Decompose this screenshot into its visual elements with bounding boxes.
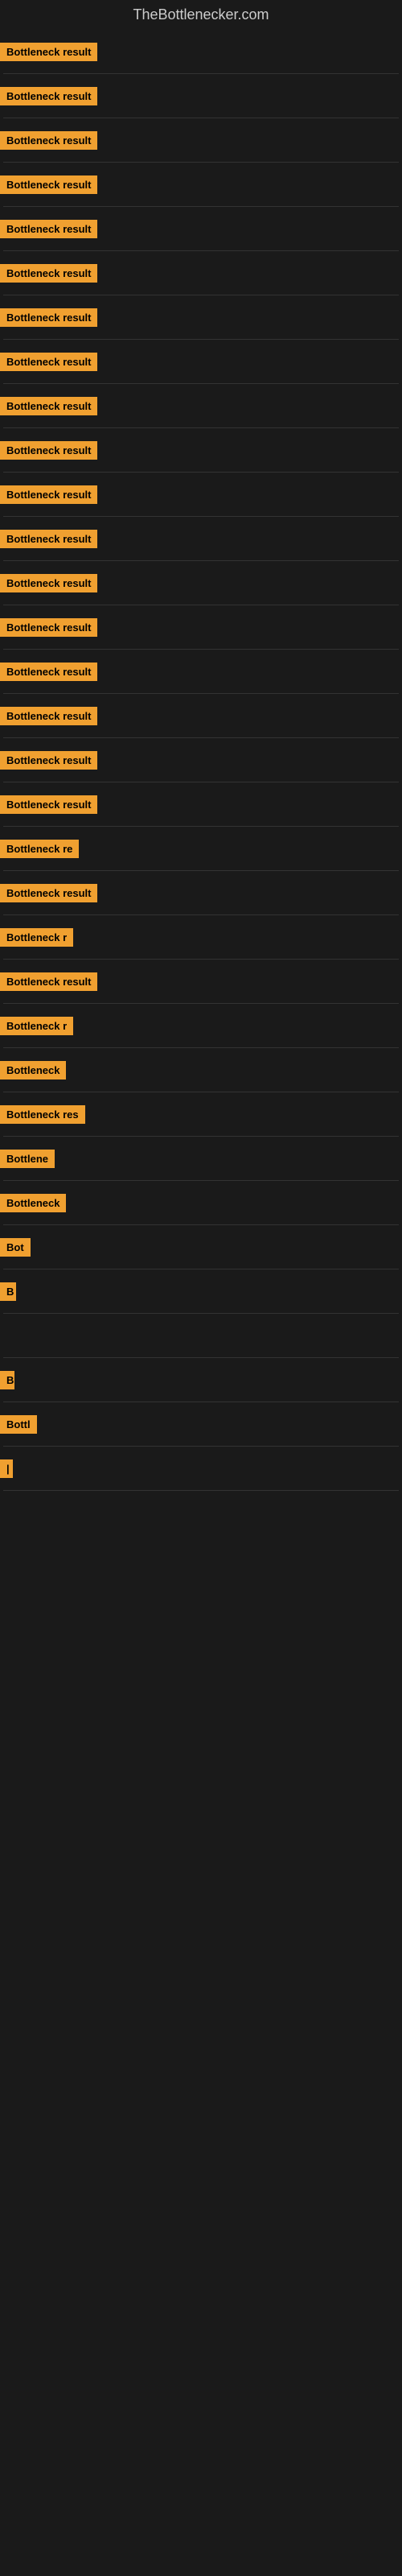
bottleneck-item: Bottleneck result xyxy=(0,118,402,162)
bottleneck-item: Bottleneck result xyxy=(0,650,402,693)
bottleneck-item: Bottleneck result xyxy=(0,605,402,649)
bottleneck-badge[interactable]: | xyxy=(0,1459,13,1478)
bottleneck-item: Bottleneck result xyxy=(0,960,402,1003)
bottleneck-item: Bottleneck result xyxy=(0,251,402,295)
bottleneck-badge[interactable]: Bottleneck result xyxy=(0,43,97,61)
bottleneck-item: Bottleneck r xyxy=(0,1004,402,1047)
bottleneck-item: Bottleneck result xyxy=(0,384,402,427)
bottleneck-badge[interactable]: Bottleneck r xyxy=(0,1017,73,1035)
bottleneck-item: Bottleneck r xyxy=(0,915,402,959)
bottleneck-item: | xyxy=(0,1447,402,1490)
bottleneck-item xyxy=(0,1314,402,1357)
bottleneck-item: Bottleneck result xyxy=(0,738,402,782)
bottleneck-item: Bottleneck result xyxy=(0,30,402,73)
bottleneck-item: Bottleneck xyxy=(0,1048,402,1092)
bottleneck-badge[interactable]: Bottleneck result xyxy=(0,353,97,371)
bottleneck-badge[interactable]: Bottleneck xyxy=(0,1194,66,1212)
bottleneck-item: Bottleneck result xyxy=(0,473,402,516)
bottleneck-badge[interactable]: B xyxy=(0,1282,16,1301)
bottleneck-badge[interactable]: Bottleneck result xyxy=(0,131,97,150)
bottleneck-badge[interactable]: Bottleneck result xyxy=(0,485,97,504)
bottleneck-badge[interactable]: Bottleneck result xyxy=(0,397,97,415)
bottleneck-badge[interactable]: Bottleneck result xyxy=(0,663,97,681)
bottleneck-item: Bot xyxy=(0,1225,402,1269)
bottleneck-item: Bottleneck result xyxy=(0,340,402,383)
bottleneck-badge[interactable]: Bottleneck result xyxy=(0,574,97,592)
bottleneck-badge[interactable]: B xyxy=(0,1371,14,1389)
bottleneck-badge[interactable]: Bot xyxy=(0,1238,31,1257)
bottleneck-item: Bottleneck result xyxy=(0,561,402,605)
bottleneck-badge[interactable]: Bottleneck result xyxy=(0,264,97,283)
bottleneck-item: Bottleneck result xyxy=(0,871,402,914)
bottleneck-item: B xyxy=(0,1269,402,1313)
bottleneck-badge[interactable]: Bottl xyxy=(0,1415,37,1434)
bottleneck-item: Bottlene xyxy=(0,1137,402,1180)
bottleneck-badge[interactable]: Bottleneck xyxy=(0,1061,66,1080)
bottleneck-badge[interactable]: Bottleneck result xyxy=(0,87,97,105)
bottleneck-badge[interactable]: Bottleneck res xyxy=(0,1105,85,1124)
bottleneck-item: Bottleneck result xyxy=(0,694,402,737)
bottleneck-item: Bottleneck result xyxy=(0,517,402,560)
bottleneck-item: Bottleneck result xyxy=(0,74,402,118)
bottleneck-badge[interactable]: Bottleneck re xyxy=(0,840,79,858)
bottleneck-badge[interactable]: Bottleneck result xyxy=(0,618,97,637)
bottleneck-badge[interactable]: Bottleneck result xyxy=(0,220,97,238)
bottleneck-badge[interactable]: Bottleneck result xyxy=(0,884,97,902)
bottleneck-item: Bottl xyxy=(0,1402,402,1446)
bottleneck-badge[interactable]: Bottleneck result xyxy=(0,308,97,327)
bottleneck-badge[interactable]: Bottleneck result xyxy=(0,530,97,548)
bottleneck-badge[interactable]: Bottleneck result xyxy=(0,441,97,460)
bottleneck-item: Bottleneck res xyxy=(0,1092,402,1136)
bottleneck-badge[interactable]: Bottleneck result xyxy=(0,175,97,194)
bottleneck-badge[interactable]: Bottleneck result xyxy=(0,707,97,725)
bottleneck-item: Bottleneck result xyxy=(0,428,402,472)
bottleneck-item: Bottleneck result xyxy=(0,782,402,826)
bottleneck-item: Bottleneck result xyxy=(0,295,402,339)
bottleneck-badge[interactable]: Bottleneck result xyxy=(0,751,97,770)
bottleneck-badge[interactable]: Bottlene xyxy=(0,1150,55,1168)
bottleneck-badge[interactable]: Bottleneck result xyxy=(0,795,97,814)
bottleneck-item: Bottleneck result xyxy=(0,163,402,206)
bottleneck-item: Bottleneck result xyxy=(0,207,402,250)
bottleneck-badge[interactable]: Bottleneck r xyxy=(0,928,73,947)
bottleneck-badge[interactable]: Bottleneck result xyxy=(0,972,97,991)
bottleneck-item: Bottleneck xyxy=(0,1181,402,1224)
site-title: TheBottlenecker.com xyxy=(0,0,402,30)
bottleneck-item: B xyxy=(0,1358,402,1402)
bottleneck-item: Bottleneck re xyxy=(0,827,402,870)
